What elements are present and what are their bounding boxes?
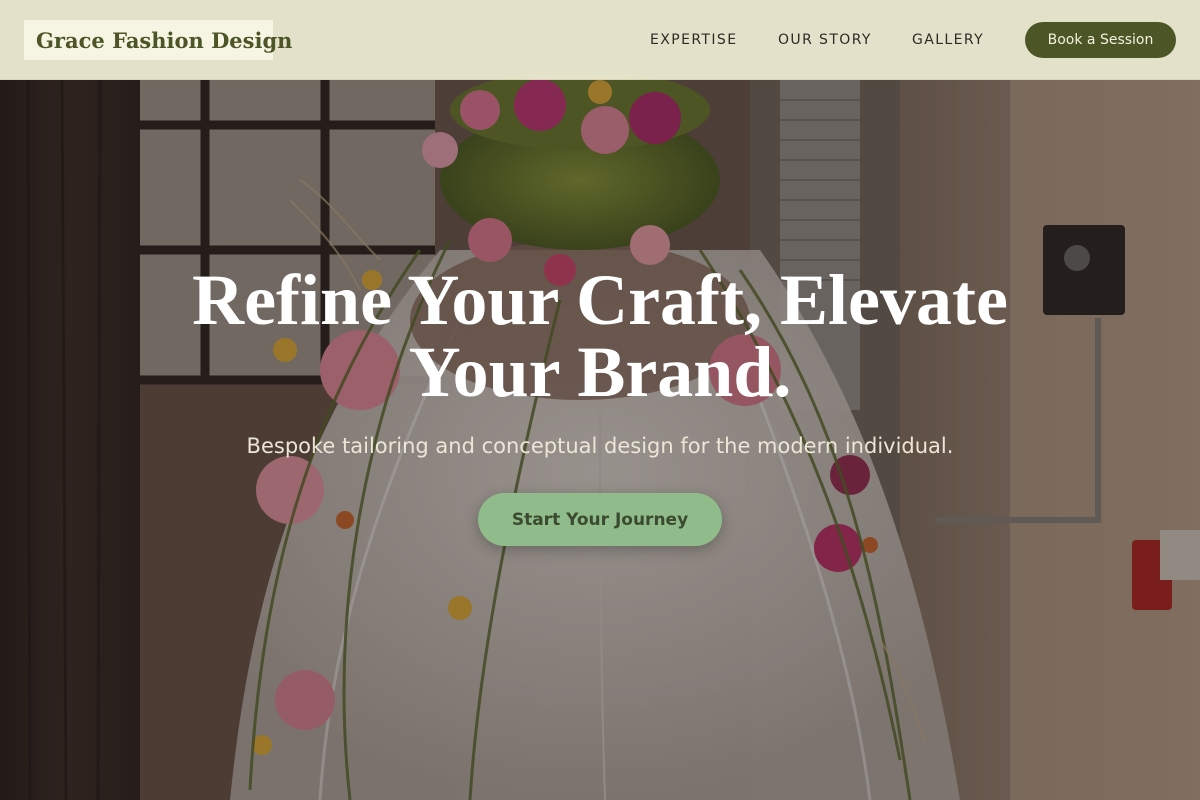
- site-header: Grace Fashion Design EXPERTISE OUR STORY…: [0, 0, 1200, 80]
- hero-headline: Refine Your Craft, Elevate Your Brand.: [192, 260, 1008, 412]
- nav-link-our-story[interactable]: OUR STORY: [778, 30, 872, 50]
- nav-link-expertise[interactable]: EXPERTISE: [650, 30, 737, 50]
- book-session-button[interactable]: Book a Session: [1025, 22, 1176, 58]
- start-journey-button[interactable]: Start Your Journey: [478, 493, 722, 546]
- nav-link-gallery[interactable]: GALLERY: [912, 30, 984, 50]
- hero-tagline: Bespoke tailoring and conceptual design …: [246, 434, 954, 458]
- site-logo[interactable]: Grace Fashion Design: [24, 20, 292, 60]
